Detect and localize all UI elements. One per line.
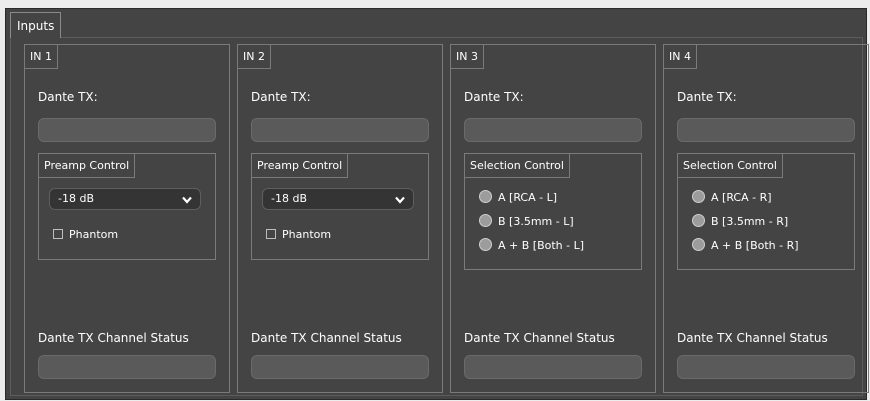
option-label: B [3.5mm - R]: [711, 215, 789, 228]
phantom-label: Phantom: [282, 228, 332, 241]
panel-title: IN 4: [664, 45, 697, 69]
dante-tx-status-label: Dante TX Channel Status: [464, 331, 615, 345]
input-panel-in2: IN 2 Dante TX: Preamp Control -18 dB Pha…: [237, 44, 443, 393]
source-option-ab[interactable]: A + B [Both - R]: [692, 238, 799, 254]
checkbox-icon[interactable]: [53, 229, 63, 239]
radio-button-icon[interactable]: [479, 238, 492, 251]
dante-tx-status-label: Dante TX Channel Status: [38, 331, 189, 345]
chevron-down-icon: [182, 196, 192, 204]
preamp-control-group: Preamp Control -18 dB Phantom: [38, 153, 216, 260]
dante-tx-field[interactable]: [464, 118, 642, 142]
panel-title: IN 3: [451, 45, 484, 69]
dante-tx-status-label: Dante TX Channel Status: [677, 331, 828, 345]
preamp-control-label: Preamp Control: [39, 154, 136, 178]
input-panel-in4: IN 4 Dante TX: Selection Control A [RCA …: [663, 44, 869, 393]
dante-tx-status-field: [677, 355, 855, 379]
phantom-label: Phantom: [69, 228, 119, 241]
dante-tx-label: Dante TX:: [464, 90, 524, 104]
source-option-b[interactable]: B [3.5mm - L]: [479, 214, 574, 230]
preamp-control-label: Preamp Control: [252, 154, 349, 178]
preamp-gain-value: -18 dB: [271, 192, 307, 205]
radio-button-icon[interactable]: [692, 190, 705, 203]
dante-tx-status-field: [38, 355, 216, 379]
phantom-checkbox-row[interactable]: Phantom: [53, 228, 118, 242]
input-panel-in3: IN 3 Dante TX: Selection Control A [RCA …: [450, 44, 656, 393]
dante-tx-field[interactable]: [251, 118, 429, 142]
preamp-gain-select[interactable]: -18 dB: [49, 188, 201, 210]
preamp-gain-select[interactable]: -18 dB: [262, 188, 414, 210]
selection-control-label: Selection Control: [465, 154, 570, 178]
source-option-ab[interactable]: A + B [Both - L]: [479, 238, 584, 254]
option-label: A + B [Both - R]: [711, 239, 799, 252]
dante-tx-status-field: [251, 355, 429, 379]
dante-tx-field[interactable]: [38, 118, 216, 142]
preamp-gain-value: -18 dB: [58, 192, 94, 205]
source-option-b[interactable]: B [3.5mm - R]: [692, 214, 788, 230]
option-label: B [3.5mm - L]: [498, 215, 574, 228]
chevron-down-icon: [395, 196, 405, 204]
option-label: A [RCA - L]: [498, 191, 557, 204]
option-label: A [RCA - R]: [711, 191, 772, 204]
dante-tx-label: Dante TX:: [38, 90, 98, 104]
selection-control-label: Selection Control: [678, 154, 783, 178]
dante-tx-label: Dante TX:: [677, 90, 737, 104]
dante-tx-status-label: Dante TX Channel Status: [251, 331, 402, 345]
input-panel-in1: IN 1 Dante TX: Preamp Control -18 dB Pha…: [24, 44, 230, 393]
radio-button-icon[interactable]: [692, 238, 705, 251]
panel-title: IN 2: [238, 45, 271, 69]
radio-button-icon[interactable]: [479, 190, 492, 203]
preamp-control-group: Preamp Control -18 dB Phantom: [251, 153, 429, 260]
source-option-a[interactable]: A [RCA - L]: [479, 190, 557, 206]
radio-button-icon[interactable]: [692, 214, 705, 227]
source-option-a[interactable]: A [RCA - R]: [692, 190, 772, 206]
phantom-checkbox-row[interactable]: Phantom: [266, 228, 331, 242]
selection-control-group: Selection Control A [RCA - R] B [3.5mm -…: [677, 153, 855, 270]
radio-button-icon[interactable]: [479, 214, 492, 227]
dante-tx-label: Dante TX:: [251, 90, 311, 104]
inputs-group-label: Inputs: [10, 12, 62, 38]
checkbox-icon[interactable]: [266, 229, 276, 239]
dante-tx-field[interactable]: [677, 118, 855, 142]
panel-title: IN 1: [25, 45, 58, 69]
dante-tx-status-field: [464, 355, 642, 379]
option-label: A + B [Both - L]: [498, 239, 585, 252]
selection-control-group: Selection Control A [RCA - L] B [3.5mm -…: [464, 153, 642, 270]
